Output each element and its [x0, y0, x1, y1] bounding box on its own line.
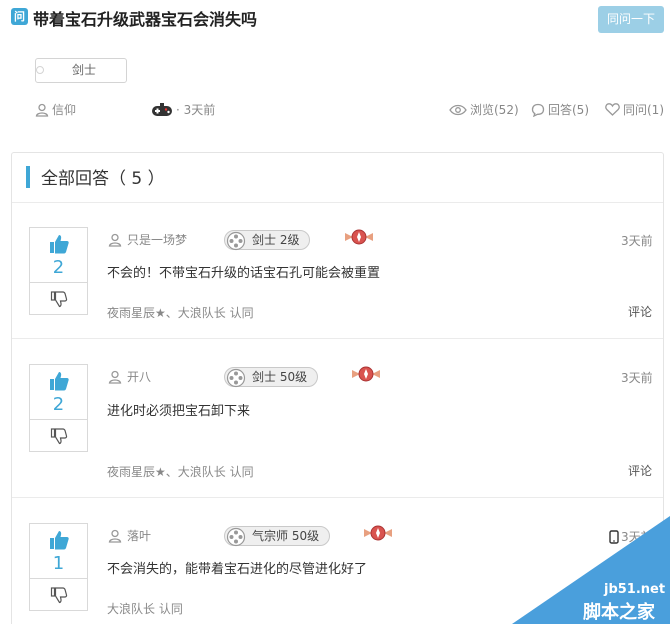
level-text: 剑士 2级 [252, 233, 300, 247]
person-icon [108, 233, 122, 247]
thumb-up-icon [49, 235, 69, 254]
gamepad-icon [152, 102, 172, 116]
vote-count: 1 [52, 553, 65, 574]
divider [12, 338, 663, 339]
question-badge: 问 [11, 8, 28, 25]
rank-emblem-icon [352, 366, 380, 382]
person-icon [35, 103, 49, 117]
same-question-button[interactable]: 同问一下 [598, 6, 664, 33]
answers-title: 全部回答（ 5 ） [41, 169, 165, 189]
downvote-button[interactable] [30, 579, 87, 610]
divider [12, 497, 663, 498]
vote-box: 1 [29, 523, 88, 611]
divider [12, 202, 663, 203]
question-time: · 3天前 [176, 103, 216, 117]
vote-count: 2 [52, 257, 65, 278]
thumb-down-icon [50, 586, 67, 603]
answer-user-name: 落叶 [127, 529, 152, 543]
vote-count: 2 [52, 394, 65, 415]
thumb-down-icon [50, 290, 67, 307]
question-game: · 3天前 [151, 101, 215, 118]
approved-by: 大浪队长 认同 [107, 602, 183, 616]
same-count: 同问(1) [623, 103, 664, 117]
gamepad-disc-icon [226, 368, 246, 388]
level-badge: 气宗师 50级 [224, 526, 331, 547]
downvote-button[interactable] [30, 420, 87, 451]
vote-box: 2 [29, 227, 88, 315]
comment-link[interactable]: 评论 [628, 462, 652, 479]
same-question-stat[interactable]: 同问(1) [605, 101, 664, 118]
answer-time-text: 3天前 [621, 371, 653, 385]
question-tag[interactable]: 剑士 [35, 58, 127, 83]
answers-stat[interactable]: 回答(5) [531, 101, 589, 118]
level-text: 剑士 50级 [252, 370, 308, 384]
answer-user-name: 开八 [127, 370, 152, 384]
person-icon [108, 529, 122, 543]
person-icon [108, 370, 122, 384]
watermark-name: 脚本之家 [583, 602, 655, 623]
answer-text: 不会消失的，能带着宝石进化的尽管进化好了 [107, 562, 368, 577]
panel-accent-bar [26, 166, 30, 188]
approved-by: 夜雨星辰★、大浪队长 认同 [107, 306, 254, 320]
level-badge: 剑士 2级 [224, 230, 311, 251]
question-author[interactable]: 信仰 [35, 101, 76, 118]
answer-text: 不会的！不带宝石升级的话宝石孔可能会被重置 [107, 266, 381, 281]
views-count: 浏览(52) [470, 103, 519, 117]
comment-link[interactable]: 评论 [628, 303, 652, 320]
chat-bubble-icon [531, 103, 545, 117]
views-stat: 浏览(52) [449, 101, 519, 118]
level-text: 气宗师 50级 [252, 529, 320, 543]
upvote-button[interactable]: 2 [30, 365, 87, 420]
question-title: 带着宝石升级武器宝石会消失吗 [33, 10, 258, 29]
gamepad-disc-icon [226, 527, 246, 547]
thumb-up-icon [49, 531, 69, 550]
rank-emblem-icon [364, 525, 392, 541]
thumb-up-icon [49, 372, 69, 391]
answers-count: 回答(5) [548, 103, 589, 117]
tag-notch-icon [36, 66, 44, 74]
approved-by: 夜雨星辰★、大浪队长 认同 [107, 465, 254, 479]
gamepad-disc-icon [226, 231, 246, 251]
answer-time: 3天前 [621, 369, 653, 386]
answer-time-text: 3天前 [621, 234, 653, 248]
answer-user[interactable]: 只是一场梦 [108, 231, 187, 248]
answer-user[interactable]: 落叶 [108, 527, 151, 544]
eye-icon [449, 104, 467, 115]
answer-text: 进化时必须把宝石卸下来 [107, 404, 251, 419]
heart-icon [605, 103, 620, 116]
rank-emblem-icon [345, 229, 373, 245]
vote-box: 2 [29, 364, 88, 452]
watermark-site: jb51.net [604, 582, 666, 597]
upvote-button[interactable]: 2 [30, 228, 87, 283]
downvote-button[interactable] [30, 283, 87, 314]
answer-user[interactable]: 开八 [108, 368, 151, 385]
upvote-button[interactable]: 1 [30, 524, 87, 579]
answer-user-name: 只是一场梦 [127, 233, 188, 247]
answer-time: 3天前 [621, 232, 653, 249]
thumb-down-icon [50, 427, 67, 444]
author-name: 信仰 [52, 103, 77, 117]
level-badge: 剑士 50级 [224, 367, 319, 388]
